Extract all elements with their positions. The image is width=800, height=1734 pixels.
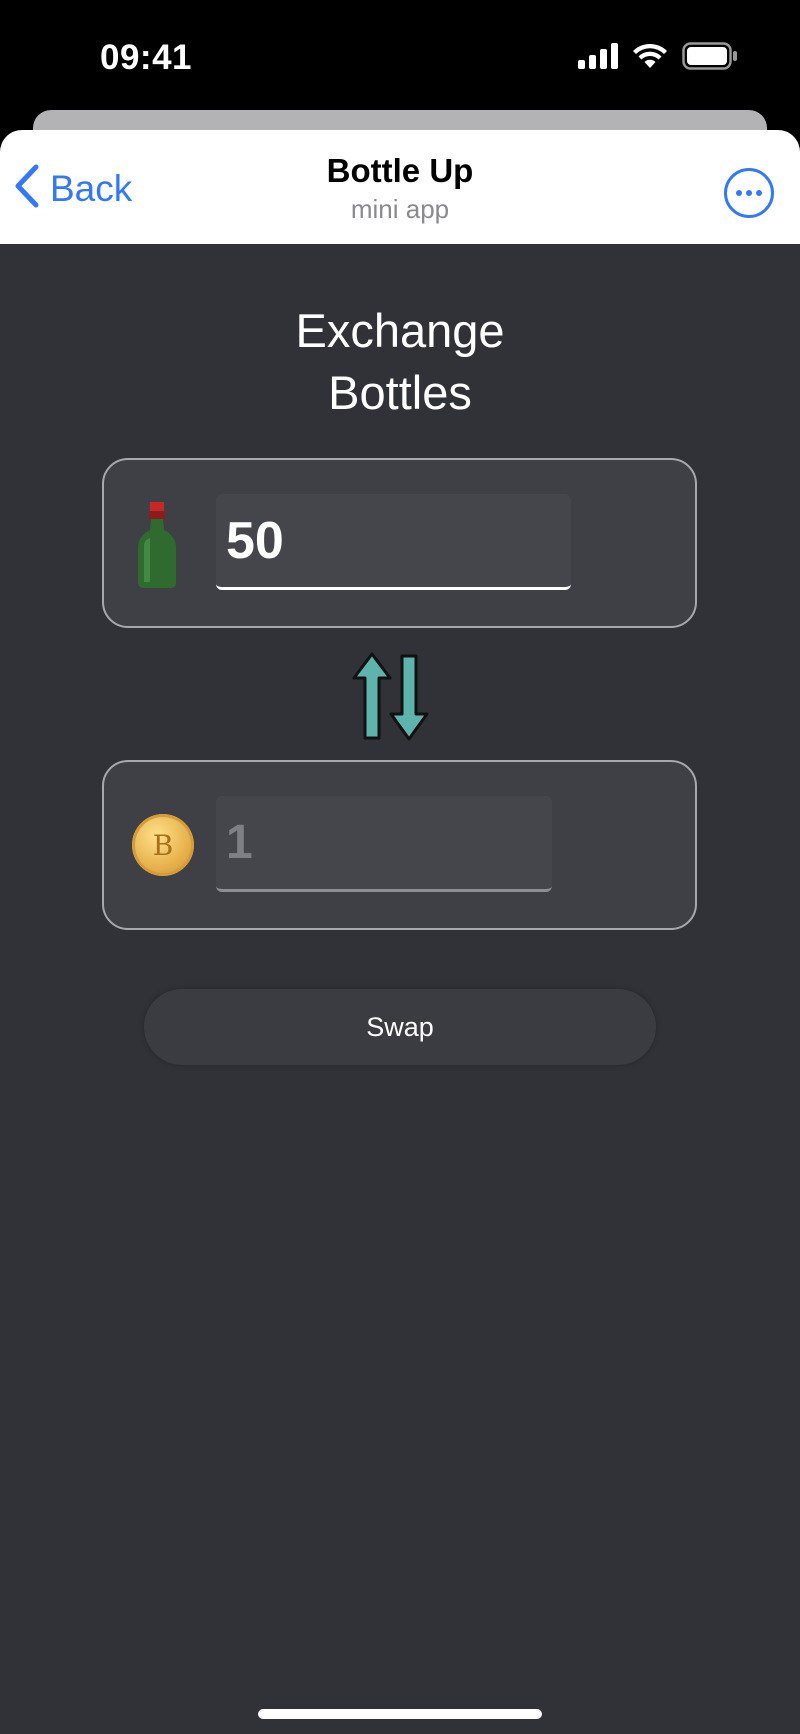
nav-bar: Back Bottle Up mini app [0,130,800,244]
bottle-icon [134,500,180,595]
heading-line-2: Bottles [328,366,472,419]
status-bar: 09:41 [0,0,800,110]
page-subtitle: mini app [350,194,450,224]
coin-amount-input[interactable]: 1 [216,796,552,892]
battery-icon [682,42,738,75]
status-icons [578,42,738,75]
page-title: Bottle Up [326,152,474,189]
signal-icon [578,43,618,74]
more-dot [756,190,762,196]
exchange-heading: Exchange Bottles [0,300,800,424]
swap-button[interactable]: Swap [144,989,656,1065]
heading-line-1: Exchange [295,304,505,357]
bottle-amount-value: 50 [226,511,284,570]
coin-amount-card: B 1 [102,760,697,930]
bottle-amount-input[interactable]: 50 [216,494,571,590]
more-dot [736,190,742,196]
coin-symbol: B [152,828,174,862]
wifi-icon [632,43,668,74]
swap-arrows-icon[interactable] [350,652,450,742]
main-content: Exchange Bottles 50 B 1 Swap [0,244,800,1734]
coin-amount-value: 1 [226,816,253,869]
coin-icon: B [132,814,194,876]
more-options-button[interactable] [724,168,774,218]
status-time: 09:41 [100,38,193,77]
home-indicator[interactable] [258,1709,542,1719]
bottle-amount-card: 50 [102,458,697,628]
more-dot [746,190,752,196]
